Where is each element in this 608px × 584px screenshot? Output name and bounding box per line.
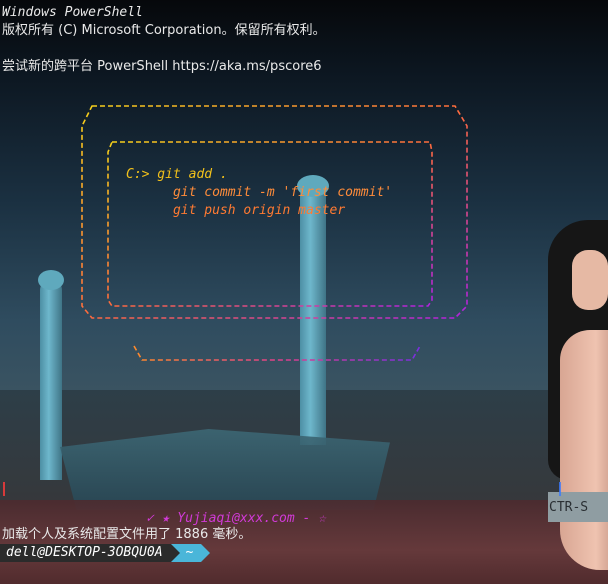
prompt-path: ~ [179, 544, 202, 562]
prompt-end-icon [201, 544, 211, 562]
ascii-code-line-1: C:> git add . [126, 167, 228, 182]
prompt: dell@DESKTOP-3OBQU0A ~ [0, 544, 211, 562]
ascii-code-line-2: git commit -m 'first commit' [126, 185, 393, 200]
terminal-line-load-time: 加载个人及系统配置文件用了 1886 毫秒。 [2, 527, 252, 542]
terminal-input-cursor[interactable] [2, 564, 9, 578]
prompt-separator-icon [170, 544, 180, 562]
prompt-user-host: dell@DESKTOP-3OBQU0A [0, 544, 171, 562]
powershell-terminal[interactable]: Windows PowerShell 版权所有 (C) Microsoft Co… [0, 0, 608, 584]
ascii-art-frame [3, 105, 561, 497]
ascii-code-line-3: git push origin master [126, 203, 346, 218]
